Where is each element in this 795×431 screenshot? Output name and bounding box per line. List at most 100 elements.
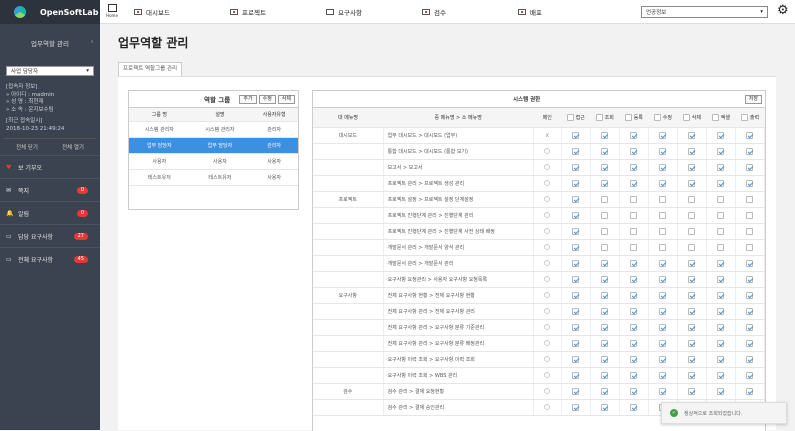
permission-checkbox[interactable] [746,372,754,379]
main-radio[interactable] [544,163,551,170]
permission-checkbox[interactable] [630,260,638,267]
table-row[interactable]: 업무 담당자 업무 담당자 관리자 [129,137,298,154]
main-radio[interactable] [544,147,551,154]
save-button[interactable]: 저장 [744,94,762,104]
permission-checkbox[interactable] [601,276,609,283]
sidebar-item[interactable]: ✉ 쪽지 0 [0,178,100,201]
permission-checkbox[interactable] [630,196,638,203]
permission-checkbox[interactable] [659,324,667,331]
permission-checkbox[interactable] [630,276,638,283]
main-radio[interactable] [544,339,551,346]
home-button[interactable]: Home [106,4,118,20]
permission-checkbox[interactable] [717,132,725,139]
delete-button[interactable]: 삭제 [277,94,295,104]
permission-checkbox[interactable] [601,180,609,187]
permission-checkbox[interactable] [572,132,580,139]
permission-checkbox[interactable] [572,372,580,379]
main-radio[interactable] [544,195,551,202]
permission-checkbox[interactable] [572,244,580,251]
topnav-deploy[interactable]: ▪ 배포 [518,7,542,17]
brand[interactable]: OpenSoftLab [0,0,100,24]
permission-checkbox[interactable] [688,308,696,315]
permission-checkbox[interactable] [659,260,667,267]
permission-checkbox[interactable] [601,212,609,219]
permission-checkbox[interactable] [717,228,725,235]
main-radio[interactable] [544,179,551,186]
permission-checkbox[interactable] [717,308,725,315]
permission-checkbox[interactable] [601,148,609,155]
permission-checkbox[interactable] [717,244,725,251]
tab-role-group[interactable]: 프로젝트 역할그룹 관리 [118,62,183,76]
permission-checkbox[interactable] [717,148,725,155]
permission-checkbox[interactable] [746,276,754,283]
permission-checkbox[interactable] [659,228,667,235]
permission-checkbox[interactable] [630,292,638,299]
main-radio[interactable] [544,227,551,234]
permission-checkbox[interactable] [601,372,609,379]
role-select[interactable]: 사업 담당자 ▾ [6,66,94,76]
permission-checkbox[interactable] [746,148,754,155]
main-radio[interactable] [544,307,551,314]
permission-checkbox[interactable] [717,212,725,219]
main-radio[interactable] [544,211,551,218]
permission-checkbox[interactable] [746,212,754,219]
permission-checkbox[interactable] [688,356,696,363]
permission-checkbox[interactable] [659,196,667,203]
permission-checkbox[interactable] [630,180,638,187]
permission-checkbox[interactable] [717,180,725,187]
permission-checkbox[interactable] [572,324,580,331]
main-radio[interactable] [544,371,551,378]
close-all-button[interactable]: 전체 닫기 [4,143,50,151]
permission-checkbox[interactable] [572,260,580,267]
select-all-checkbox[interactable] [566,114,574,121]
table-row[interactable]: 테스트유저 테스트유저 사용자 [129,169,298,186]
permission-checkbox[interactable] [630,212,638,219]
permission-checkbox[interactable] [688,180,696,187]
permission-checkbox[interactable] [746,292,754,299]
permission-checkbox[interactable] [630,148,638,155]
sidebar-item[interactable]: ▭ 담당 요구사항 27 [0,224,100,247]
permission-checkbox[interactable] [746,260,754,267]
permission-checkbox[interactable] [717,372,725,379]
permission-checkbox[interactable] [717,340,725,347]
permission-checkbox[interactable] [717,388,725,395]
permission-checkbox[interactable] [630,340,638,347]
permission-checkbox[interactable] [659,388,667,395]
main-radio[interactable] [544,323,551,330]
permission-checkbox[interactable] [746,340,754,347]
main-radio[interactable] [544,275,551,282]
permission-checkbox[interactable] [717,260,725,267]
permission-checkbox[interactable] [659,308,667,315]
permission-checkbox[interactable] [572,292,580,299]
permission-checkbox[interactable] [601,244,609,251]
permission-checkbox[interactable] [630,372,638,379]
permission-checkbox[interactable] [601,308,609,315]
permission-checkbox[interactable] [688,228,696,235]
select-all-checkbox[interactable] [653,114,661,121]
permission-checkbox[interactable] [572,276,580,283]
select-all-checkbox[interactable] [595,114,603,121]
topnav-dashboard[interactable]: ▪ 대시보드 [134,7,170,17]
sidebar-item[interactable]: ▭ 전체 요구사항 45 [0,247,100,270]
sidebar-item[interactable]: ♥ 보 기부오 [0,155,100,178]
permission-checkbox[interactable] [601,324,609,331]
permission-checkbox[interactable] [746,308,754,315]
permission-checkbox[interactable] [601,292,609,299]
permission-checkbox[interactable] [630,324,638,331]
permission-checkbox[interactable] [717,324,725,331]
add-button[interactable]: 추가 [239,94,257,104]
table-row[interactable]: 사용자 사용자 사용자 [129,153,298,170]
permission-checkbox[interactable] [688,244,696,251]
permission-checkbox[interactable] [659,132,667,139]
main-radio[interactable] [544,291,551,298]
permission-checkbox[interactable] [630,132,638,139]
permission-checkbox[interactable] [688,388,696,395]
permission-checkbox[interactable] [746,324,754,331]
permission-checkbox[interactable] [572,180,580,187]
permission-checkbox[interactable] [630,228,638,235]
permission-checkbox[interactable] [572,356,580,363]
permission-checkbox[interactable] [688,276,696,283]
permission-checkbox[interactable] [688,196,696,203]
permission-checkbox[interactable] [746,132,754,139]
permission-checkbox[interactable] [630,388,638,395]
